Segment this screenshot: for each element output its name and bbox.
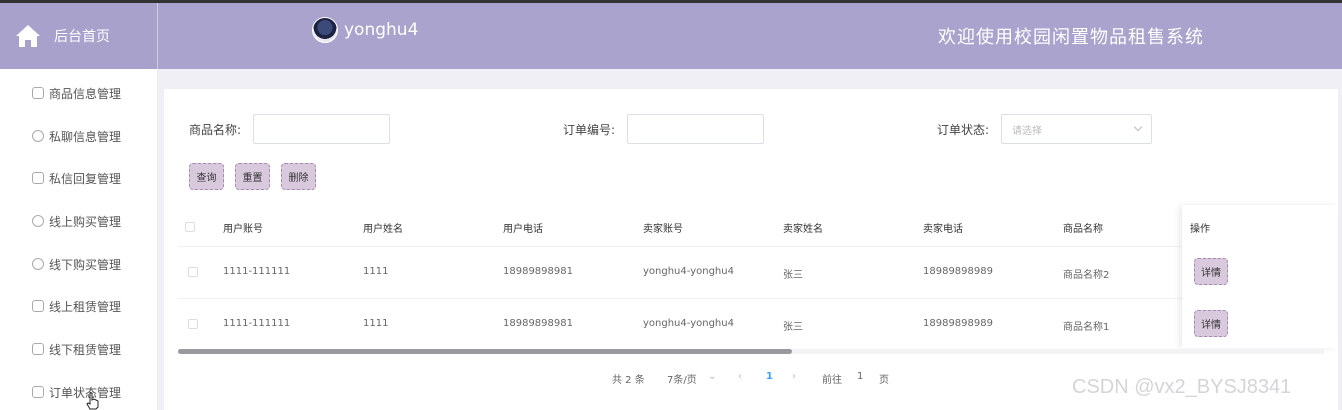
sidebar-item-label: 订单状态管理 <box>49 385 122 400</box>
goto-prefix: 前往 <box>822 375 842 386</box>
table-divider <box>178 298 1182 299</box>
row-checkbox[interactable] <box>188 267 198 277</box>
calendar-check-icon <box>32 386 44 398</box>
user-info[interactable]: yonghu4 <box>312 17 418 43</box>
column-header: 卖家姓名 <box>783 224 823 235</box>
column-header: 商品名称 <box>1063 224 1103 235</box>
table-cell: 商品名称1 <box>1063 322 1110 333</box>
sidebar-item-order-status[interactable]: 订单状态管理 <box>32 382 121 402</box>
bag-icon <box>32 87 44 99</box>
home-icon <box>16 25 40 47</box>
order-status-select[interactable]: 请选择 <box>1001 114 1152 144</box>
column-header: 卖家电话 <box>923 224 963 235</box>
sidebar-item-online-purchase[interactable]: 线上购买管理 <box>32 211 121 231</box>
table-cell: 18989898989 <box>923 318 993 329</box>
table-cell: yonghu4-yonghu4 <box>643 266 734 277</box>
order-status-placeholder: 请选择 <box>1012 125 1042 137</box>
table-cell: 张三 <box>783 322 803 333</box>
sidebar-item-label: 线下租赁管理 <box>49 342 122 357</box>
column-header: 用户姓名 <box>363 224 403 235</box>
product-name-label: 商品名称: <box>189 123 242 137</box>
table-cell: 1111 <box>363 318 389 329</box>
sidebar-item-offline-purchase[interactable]: 线下购买管理 <box>32 254 121 274</box>
product-name-input[interactable] <box>253 114 390 144</box>
sidebar-item-label: 商品信息管理 <box>49 86 122 101</box>
top-header: 后台首页 yonghu4 欢迎使用校园闲置物品租售系统 <box>0 0 1342 69</box>
scrollbar-thumb[interactable] <box>178 349 792 354</box>
chat-icon <box>32 130 44 142</box>
sidebar-item-label: 线上购买管理 <box>49 214 122 229</box>
system-title: 欢迎使用校园闲置物品租售系统 <box>938 27 1204 48</box>
row-checkbox[interactable] <box>188 319 198 329</box>
table-cell: 18989898989 <box>923 266 993 277</box>
sidebar-item-message-reply[interactable]: 私信回复管理 <box>32 168 121 188</box>
home-label: 后台首页 <box>54 29 110 45</box>
order-no-label: 订单编号: <box>563 123 616 137</box>
hand-icon <box>32 258 44 270</box>
home-link[interactable]: 后台首页 <box>0 3 158 69</box>
column-header: 用户账号 <box>223 224 263 235</box>
username: yonghu4 <box>344 20 419 40</box>
sidebar-item-label: 线上租赁管理 <box>49 299 122 314</box>
table-cell: 1111 <box>363 266 389 277</box>
bag-icon <box>32 343 44 355</box>
select-all-checkbox[interactable] <box>185 222 195 232</box>
table-cell: 1111-111111 <box>223 266 291 277</box>
avatar <box>312 17 338 43</box>
reset-button[interactable]: 重置 <box>235 163 270 190</box>
sidebar-item-private-chat[interactable]: 私聊信息管理 <box>32 126 121 146</box>
table-divider <box>178 246 1182 247</box>
delete-button[interactable]: 删除 <box>281 163 316 190</box>
sidebar-item-offline-rental[interactable]: 线下租赁管理 <box>32 339 121 359</box>
detail-button[interactable]: 详情 <box>1194 258 1228 285</box>
hand-cursor-icon <box>86 392 99 410</box>
table-cell: 商品名称2 <box>1063 270 1110 281</box>
pagination-total: 共 2 条 <box>612 375 645 386</box>
order-no-input[interactable] <box>627 114 764 144</box>
sidebar-item-label: 私聊信息管理 <box>49 129 122 144</box>
page-size-select[interactable]: 7条/页 <box>667 371 697 386</box>
table-cell: 18989898981 <box>503 318 573 329</box>
sidebar-item-label: 私信回复管理 <box>49 171 122 186</box>
watermark: CSDN @vx2_BYSJ8341 <box>1072 376 1292 398</box>
page-number[interactable]: 1 <box>766 371 773 382</box>
sidebar-item-label: 线下购买管理 <box>49 257 122 272</box>
chevron-down-icon <box>1133 122 1143 132</box>
table-cell: 18989898981 <box>503 266 573 277</box>
query-button[interactable]: 查询 <box>189 163 224 190</box>
order-status-label: 订单状态: <box>937 123 990 137</box>
prev-page-icon[interactable]: ‹ <box>738 371 742 382</box>
column-header: 用户电话 <box>503 224 543 235</box>
table-cell: 1111-111111 <box>223 318 291 329</box>
sidebar-item-product-info[interactable]: 商品信息管理 <box>32 83 121 103</box>
sidebar-item-online-rental[interactable]: 线上租赁管理 <box>32 296 121 316</box>
calendar-check-icon <box>32 300 44 312</box>
column-header: 操作 <box>1190 224 1210 235</box>
next-page-icon[interactable]: › <box>792 371 796 382</box>
compass-icon <box>32 215 44 227</box>
goto-page-input[interactable]: 1 <box>857 371 863 382</box>
chevron-down-icon[interactable]: ⌄ <box>708 371 716 382</box>
goto-suffix: 页 <box>879 375 889 386</box>
column-header: 卖家账号 <box>643 224 683 235</box>
star-icon <box>32 172 44 184</box>
table-cell: 张三 <box>783 270 803 281</box>
table-cell: yonghu4-yonghu4 <box>643 318 734 329</box>
detail-button[interactable]: 详情 <box>1194 310 1228 337</box>
